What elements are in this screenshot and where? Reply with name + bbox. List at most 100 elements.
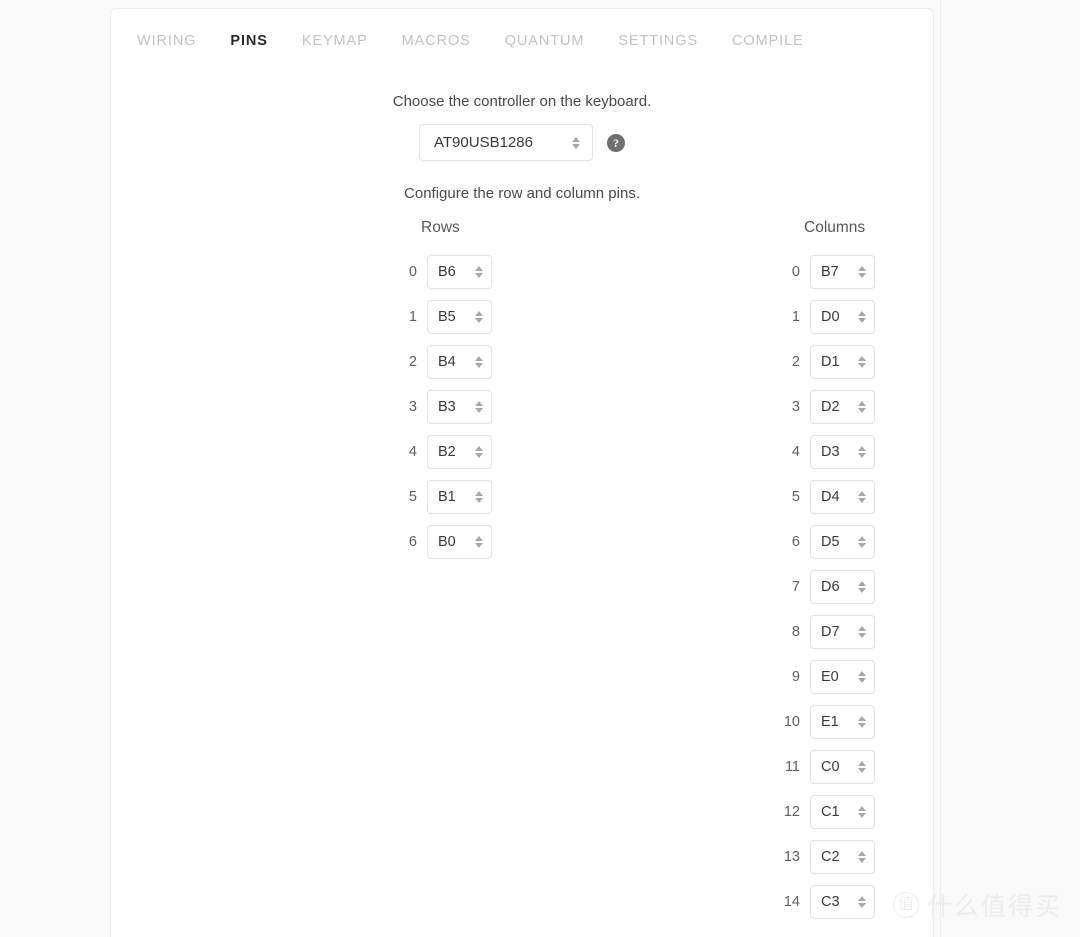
column-pin-select-0[interactable]: B7 — [810, 254, 875, 289]
column-pin-row: 13 C2 — [774, 834, 875, 879]
spinner-icon[interactable] — [856, 850, 868, 863]
spinner-icon[interactable] — [856, 760, 868, 773]
column-pin-select-10[interactable]: E1 — [810, 704, 875, 739]
configurator-card: WIRING PINS KEYMAP MACROS QUANTUM SETTINGS COM… — [110, 8, 934, 937]
right-gutter — [940, 0, 1080, 937]
pin-select-value: B0 — [438, 533, 456, 550]
spinner-icon[interactable] — [856, 265, 868, 278]
column-pin-row: 12 C1 — [774, 789, 875, 834]
pin-select-value: B2 — [438, 443, 456, 460]
column-pin-select-8[interactable]: D7 — [810, 614, 875, 649]
spinner-icon[interactable] — [473, 355, 485, 368]
controller-prompt: Choose the controller on the keyboard. — [392, 93, 652, 110]
tab-settings[interactable]: SETTINGS — [618, 29, 698, 53]
row-pin-select-2[interactable]: B4 — [427, 344, 492, 379]
column-pin-select-13[interactable]: C2 — [810, 839, 875, 874]
spinner-icon[interactable] — [856, 490, 868, 503]
pin-select-value: C2 — [821, 848, 840, 865]
pin-select-value: B1 — [438, 488, 456, 505]
pin-index: 9 — [791, 668, 800, 685]
column-pin-select-9[interactable]: E0 — [810, 659, 875, 694]
question-mark-icon[interactable]: ? — [607, 133, 625, 152]
pin-select-value: D7 — [821, 623, 840, 640]
column-pin-select-1[interactable]: D0 — [810, 299, 875, 334]
spinner-icon[interactable] — [856, 895, 868, 908]
pin-index: 7 — [791, 578, 800, 595]
tab-macros[interactable]: MACROS — [402, 29, 471, 53]
column-pin-select-2[interactable]: D1 — [810, 344, 875, 379]
tab-wiring[interactable]: WIRING — [137, 29, 196, 53]
spinner-icon[interactable] — [473, 265, 485, 278]
row-pin-select-0[interactable]: B6 — [427, 254, 492, 289]
pin-index: 14 — [783, 893, 800, 910]
pin-index: 1 — [408, 308, 417, 325]
column-pin-select-3[interactable]: D2 — [810, 389, 875, 424]
pin-index: 1 — [791, 308, 800, 325]
pin-index: 8 — [791, 623, 800, 640]
pin-index: 11 — [784, 758, 800, 775]
pin-select-value: B6 — [438, 263, 456, 280]
spinner-icon[interactable] — [856, 715, 868, 728]
rows-list: 0 B6 1 B5 2 B4 3 B3 4 B2 5 B1 6 B0 — [391, 249, 492, 564]
spinner-icon[interactable] — [473, 400, 485, 413]
column-pin-select-5[interactable]: D4 — [810, 479, 875, 514]
page-root: WIRING PINS KEYMAP MACROS QUANTUM SETTINGS COM… — [0, 0, 1080, 937]
spinner-icon[interactable] — [473, 490, 485, 503]
spinner-icon[interactable] — [856, 805, 868, 818]
controller-row: AT90USB1286 ? — [111, 124, 933, 161]
spinner-icon[interactable] — [856, 670, 868, 683]
tab-pins[interactable]: PINS — [230, 29, 267, 53]
spinner-icon[interactable] — [473, 310, 485, 323]
spinner-icon[interactable] — [856, 445, 868, 458]
spinner-icon[interactable] — [856, 400, 868, 413]
pin-select-value: B4 — [438, 353, 456, 370]
spinner-icon[interactable] — [856, 580, 868, 593]
column-pin-select-14[interactable]: C3 — [810, 884, 875, 919]
pin-select-value: B3 — [438, 398, 456, 415]
rows-title: Rows — [421, 219, 460, 236]
row-pin-row: 6 B0 — [391, 519, 492, 564]
pin-index: 6 — [791, 533, 800, 550]
tab-quantum[interactable]: QUANTUM — [505, 29, 585, 53]
spinner-icon[interactable] — [856, 310, 868, 323]
rows-group: Rows 0 B6 1 B5 2 B4 3 B3 4 B2 5 B1 6 B0 — [391, 219, 492, 564]
column-pin-select-12[interactable]: C1 — [810, 794, 875, 829]
column-pin-select-6[interactable]: D5 — [810, 524, 875, 559]
pin-index: 6 — [408, 533, 417, 550]
columns-list: 0 B7 1 D0 2 D1 3 D2 4 D3 5 D4 6 D5 7 D6 8 D7 9 E0 10 E1 11 C0 12… — [774, 249, 875, 924]
row-pin-row: 4 B2 — [391, 429, 492, 474]
spinner-icon[interactable] — [856, 625, 868, 638]
pin-select-value: D6 — [821, 578, 840, 595]
row-pin-select-6[interactable]: B0 — [427, 524, 492, 559]
column-pin-row: 6 D5 — [774, 519, 875, 564]
column-pin-row: 1 D0 — [774, 294, 875, 339]
tab-keymap[interactable]: KEYMAP — [302, 29, 368, 53]
column-pin-select-4[interactable]: D3 — [810, 434, 875, 469]
spinner-icon[interactable] — [570, 136, 582, 149]
column-pin-row: 4 D3 — [774, 429, 875, 474]
column-pin-select-7[interactable]: D6 — [810, 569, 875, 604]
row-pin-select-4[interactable]: B2 — [427, 434, 492, 469]
column-pin-row: 7 D6 — [774, 564, 875, 609]
pin-select-value: B5 — [438, 308, 456, 325]
spinner-icon[interactable] — [856, 355, 868, 368]
pin-index: 0 — [408, 263, 417, 280]
row-pin-select-3[interactable]: B3 — [427, 389, 492, 424]
column-pin-select-11[interactable]: C0 — [810, 749, 875, 784]
tab-bar: WIRING PINS KEYMAP MACROS QUANTUM SETTINGS COM… — [111, 29, 933, 69]
tab-compile[interactable]: COMPILE — [732, 29, 804, 53]
pin-index: 4 — [408, 443, 417, 460]
row-pin-select-5[interactable]: B1 — [427, 479, 492, 514]
spinner-icon[interactable] — [856, 535, 868, 548]
column-pin-row: 5 D4 — [774, 474, 875, 519]
controller-select[interactable]: AT90USB1286 — [419, 124, 593, 161]
columns-group: Columns 0 B7 1 D0 2 D1 3 D2 4 D3 5 D4 6 D5 7 D6 8 D7 9 E0 10… — [774, 219, 875, 924]
row-pin-select-1[interactable]: B5 — [427, 299, 492, 334]
spinner-icon[interactable] — [473, 445, 485, 458]
row-pin-row: 2 B4 — [391, 339, 492, 384]
spinner-icon[interactable] — [473, 535, 485, 548]
pin-index: 2 — [408, 353, 417, 370]
column-pin-row: 0 B7 — [774, 249, 875, 294]
column-pin-row: 3 D2 — [774, 384, 875, 429]
pin-index: 0 — [791, 263, 800, 280]
